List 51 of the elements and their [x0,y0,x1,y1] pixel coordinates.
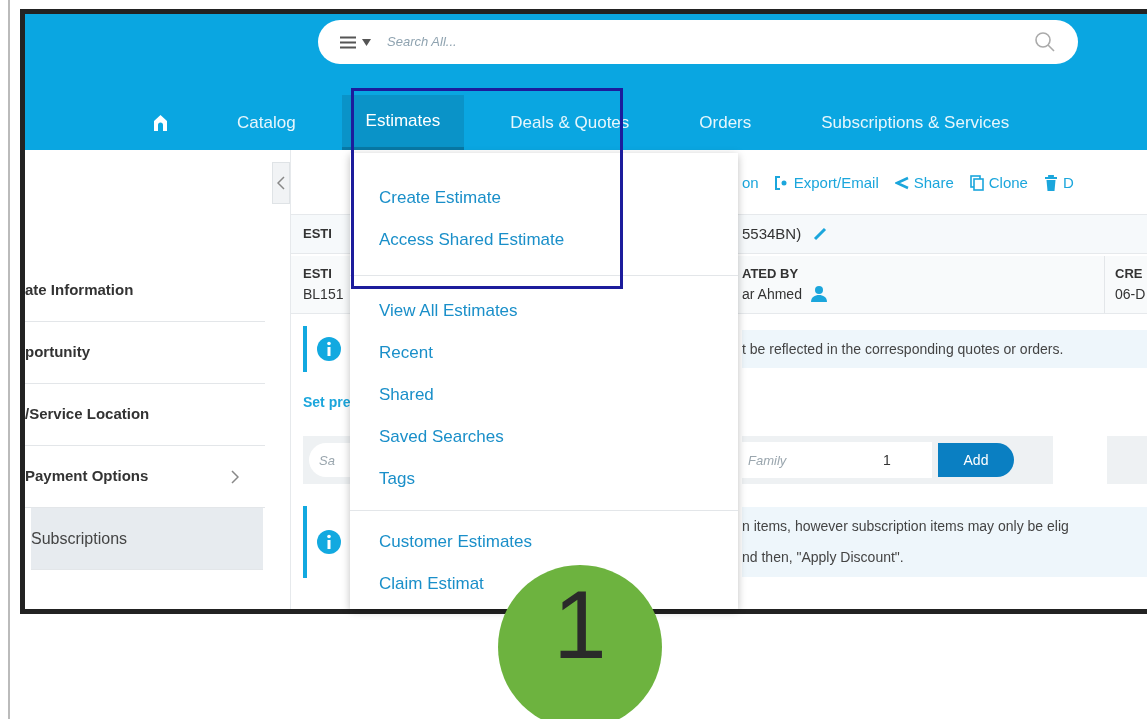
toolbar-link[interactable]: D [1043,171,1074,195]
field-label: ATED BY [742,265,800,284]
notice-text: n items, however subscription items may only be elig [742,517,1070,536]
toolbar-link[interactable]: on [742,171,759,195]
menu-item[interactable]: Access Shared Estimate [350,219,565,261]
field-label: ESTI [303,265,333,284]
collapse-button[interactable] [272,162,290,204]
field-value: BL151 [303,284,345,304]
menu-item[interactable]: View All Estimates [350,290,518,332]
nav-tab[interactable]: Estimates [341,95,465,150]
caret-icon[interactable] [362,38,371,46]
field-value: ar Ahmed [742,284,802,304]
toolbar-link[interactable]: Clone [969,171,1028,195]
nav-tab[interactable]: Orders [675,95,776,150]
info-icon [317,337,341,361]
person-icon[interactable] [809,285,830,304]
export-icon [774,176,789,190]
menu-icon[interactable] [340,35,356,49]
search-field[interactable]: Search All... [387,32,1034,52]
menu-item[interactable]: Create Estimate [350,177,501,219]
notice-text: t be reflected in the corresponding quotes or orders. [742,330,1147,368]
estimate-number: 5534BN) [742,223,802,244]
accent-bar [303,326,307,372]
edit-icon[interactable] [813,227,828,241]
menu-item[interactable]: Shared [350,374,434,416]
info-icon [317,530,341,554]
quantity-field[interactable]: 1 [842,442,932,478]
chevron-right-icon [231,469,239,484]
menu-item[interactable]: Recent [350,332,433,374]
family-field[interactable]: Family [742,442,842,478]
preferences-link[interactable]: Set pre [303,391,353,413]
nav-tab[interactable]: Catalog [213,95,320,150]
menu-item[interactable]: Claim Estimat [350,563,484,605]
search-bar[interactable]: Search All... [318,20,1078,64]
field-value: 06-D [1115,284,1147,304]
toolbar-link[interactable]: Export/Email [774,171,879,195]
accent-bar [303,506,307,578]
field-label: CRE [1115,265,1144,284]
nav-tab[interactable]: Subscriptions & Services [797,95,1034,150]
sidebar-item[interactable]: Subscriptions [31,508,263,570]
section-heading: ESTI [303,225,333,244]
trash-icon [1043,175,1058,191]
notice-text: nd then, "Apply Discount". [742,548,905,567]
add-button[interactable]: Add [938,443,1014,477]
chevron-left-icon [277,176,285,190]
search-icon[interactable] [1034,31,1056,53]
copy-icon [969,175,984,191]
menu-item[interactable]: Customer Estimates [350,521,533,563]
share-icon [894,176,909,190]
home-icon [154,114,167,131]
toolbar-link[interactable]: Share [894,171,954,195]
